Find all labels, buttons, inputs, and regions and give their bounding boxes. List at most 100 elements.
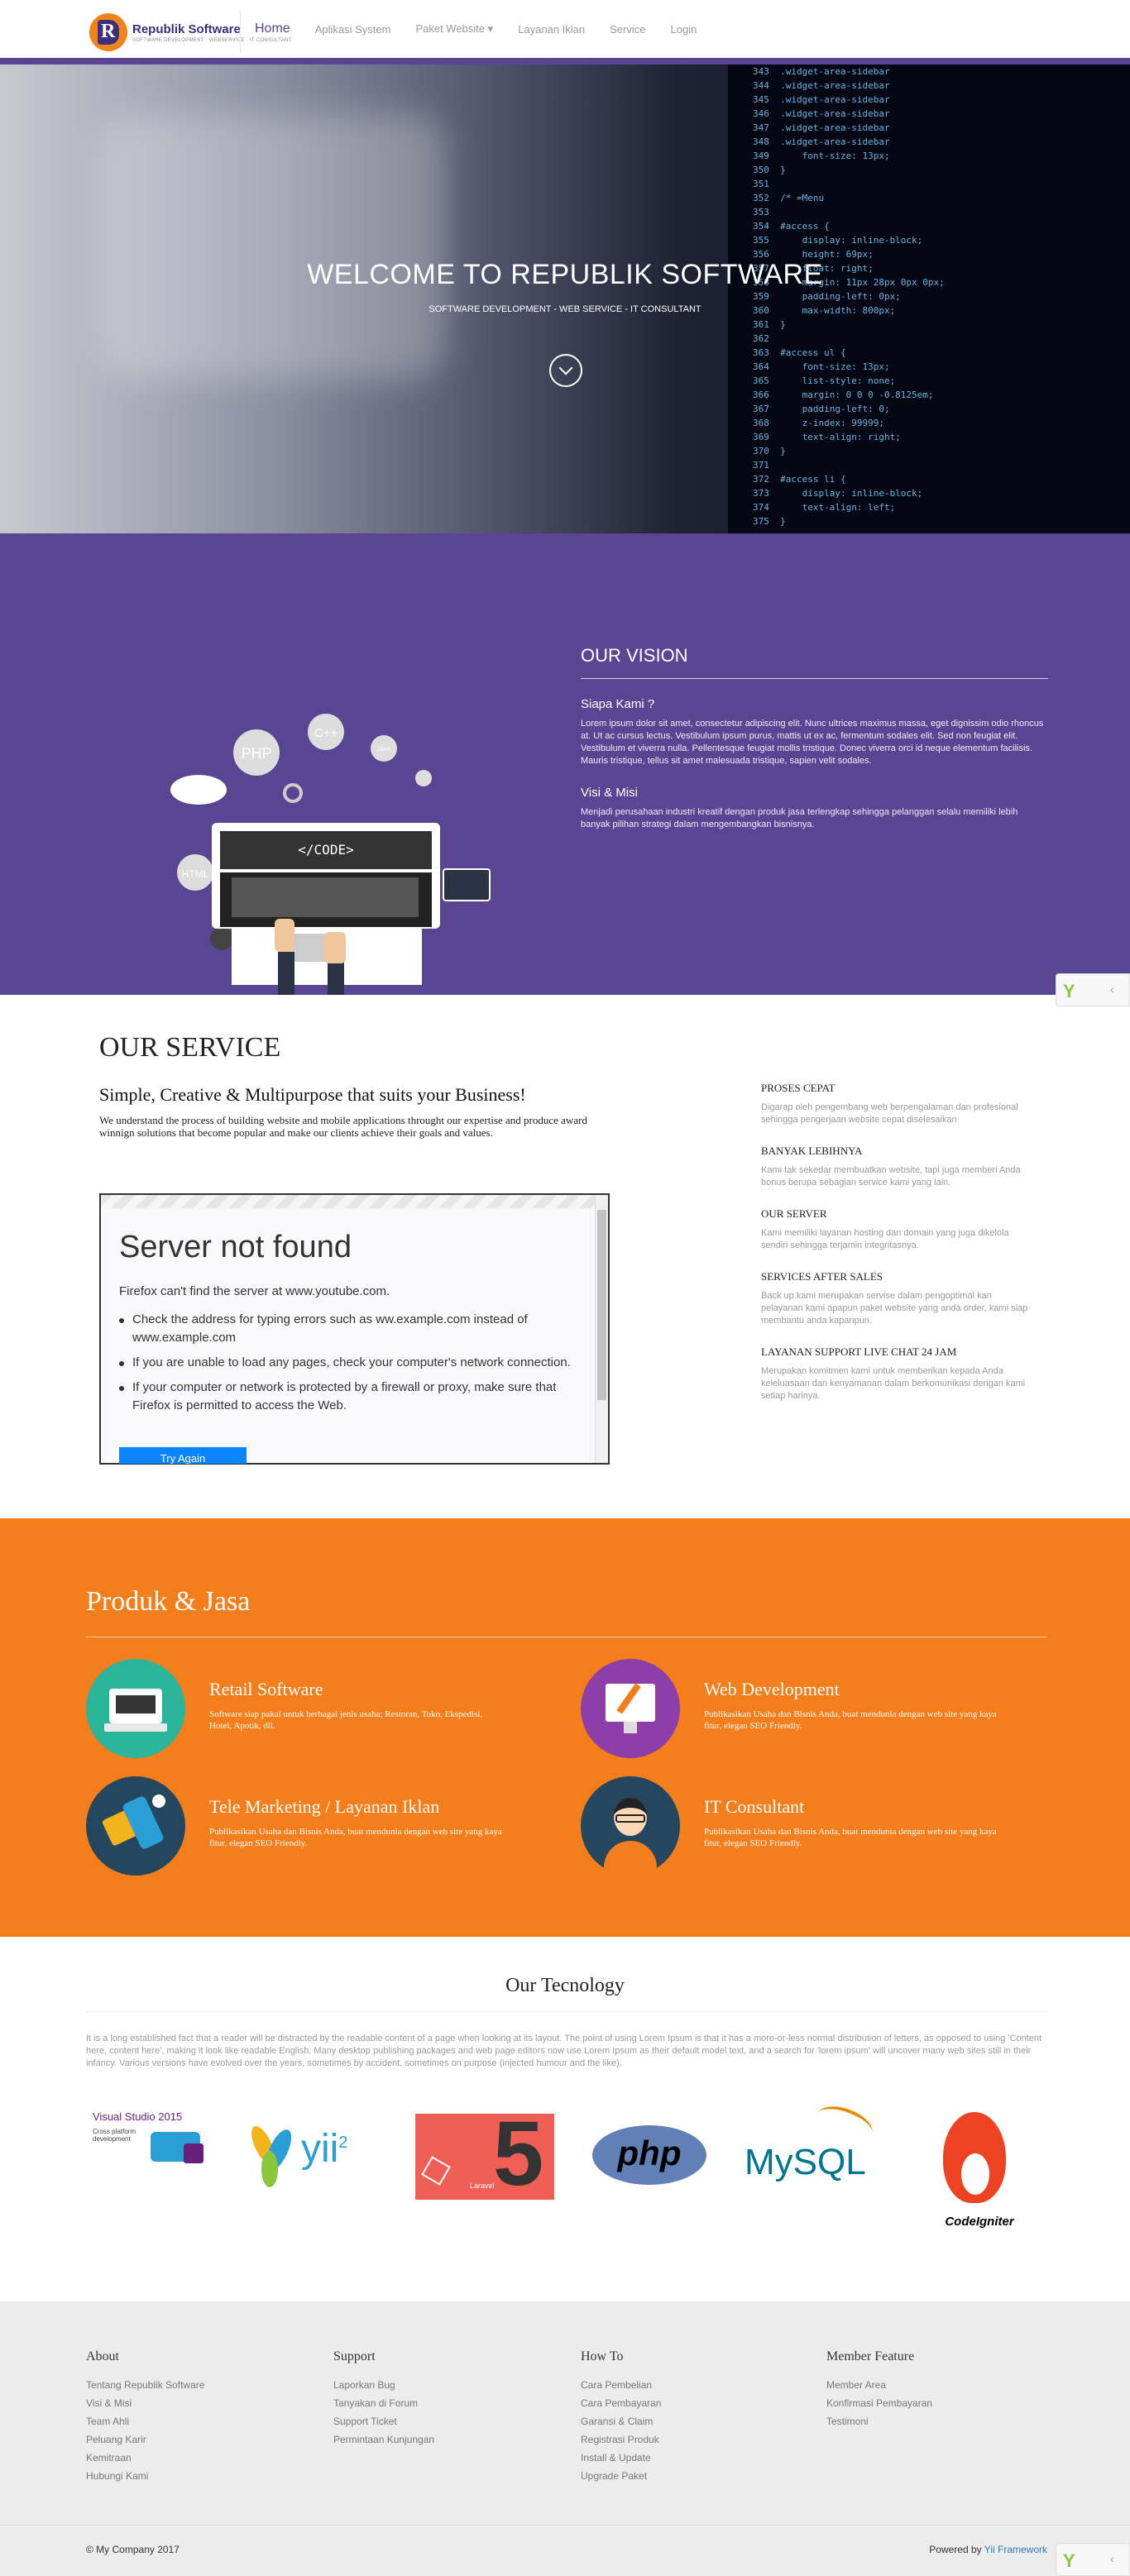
svg-text:JAVA: JAVA xyxy=(377,747,391,753)
nav-login[interactable]: Login xyxy=(671,23,697,36)
consultant-avatar-icon xyxy=(581,1776,680,1876)
visual-studio-logo: Visual Studio 2015 Cross platform develo… xyxy=(93,2110,222,2185)
footer-link[interactable]: Tentang Republik Software xyxy=(86,2376,301,2394)
list-item: PROSES CEPAT Digarap oleh pengembang web… xyxy=(761,1082,1018,1125)
produk-title: Produk & Jasa xyxy=(86,1586,251,1617)
list-item: LAYANAN SUPPORT LIVE CHAT 24 JAM Merupak… xyxy=(761,1345,1026,1401)
footer-link[interactable]: Peluang Karir xyxy=(86,2430,301,2449)
yii-logo: yii2 xyxy=(247,2123,389,2189)
list-item: SERVICES AFTER SALES Back up kami merupa… xyxy=(761,1270,1028,1326)
yii-logo-icon: Y xyxy=(1063,2550,1075,2571)
copyright: © My Company 2017 xyxy=(86,2544,180,2555)
brand-logo-icon: R xyxy=(89,13,127,51)
nav-layanan-iklan[interactable]: Layanan Iklan xyxy=(518,23,585,36)
list-item: If your computer or network is protected… xyxy=(119,1379,582,1415)
debug-toolbar-toggle-bottom[interactable]: Y ‹ xyxy=(1056,2543,1130,2576)
service-section: OUR SERVICE Simple, Creative & Multipurp… xyxy=(0,995,1130,1518)
embed-error-heading: Server not found xyxy=(119,1230,352,1264)
footer-link[interactable]: Support Ticket xyxy=(333,2412,548,2430)
yii-framework-link[interactable]: Yii Framework xyxy=(984,2544,1047,2555)
footer-link[interactable]: Tanyakan di Forum xyxy=(333,2394,548,2412)
footer-link[interactable]: Permintaan Kunjungan xyxy=(333,2430,548,2449)
nav-service[interactable]: Service xyxy=(610,23,645,36)
footer-link[interactable]: Testimoni xyxy=(826,2412,1041,2430)
who-heading: Siapa Kami ? xyxy=(581,697,655,711)
service-subtitle: Simple, Creative & Multipurpose that sui… xyxy=(99,1084,526,1105)
misi-heading: Visi & Misi xyxy=(581,786,638,800)
list-item: BANYAK LEBIHNYA Kami tak sekedar membuat… xyxy=(761,1145,1021,1188)
footer-link[interactable]: Kemitraan xyxy=(86,2449,301,2467)
svg-text:C++: C++ xyxy=(314,726,338,740)
who-text: Lorem ipsum dolor sit amet, consectetur … xyxy=(581,719,1044,766)
embed-scrollbar[interactable] xyxy=(595,1195,608,1463)
list-item: Check the address for typing errors such… xyxy=(119,1311,582,1347)
chevron-left-icon: ‹ xyxy=(1110,2552,1114,2565)
divider xyxy=(86,2011,1047,2012)
footer-link[interactable]: Member Area xyxy=(826,2376,1041,2394)
footer-link[interactable]: Team Ahli xyxy=(86,2412,301,2430)
powered-by: Powered by Yii Framework xyxy=(929,2544,1047,2555)
laravel-logo: 5 Laravel xyxy=(415,2109,554,2200)
footer-link[interactable]: Cara Pembayaran xyxy=(581,2394,796,2412)
footer-link[interactable]: Install & Update xyxy=(581,2449,796,2467)
product-tele-marketing[interactable]: Tele Marketing / Layanan Iklan Publikasi… xyxy=(86,1776,516,1884)
monitor-pen-icon xyxy=(581,1659,680,1758)
footer-link[interactable]: Registrasi Produk xyxy=(581,2430,796,2449)
vision-section: PHP C++ JAVA HTML </CODE> OUR VISION Sia… xyxy=(0,533,1130,996)
nav-paket-website[interactable]: Paket Website ▾ xyxy=(415,22,493,36)
hero-subtitle: SOFTWARE DEVELOPMENT - WEB SERVICE - IT … xyxy=(429,304,701,314)
php-logo: php xyxy=(592,2125,706,2185)
footer-col-about: About Tentang Republik Software Visi & M… xyxy=(86,2349,301,2485)
service-features: PROSES CEPAT Digarap oleh pengembang web… xyxy=(761,1082,1034,1421)
technology-section: Our Tecnology It is a long established f… xyxy=(0,1937,1130,2301)
footer-col-how-to: How To Cara Pembelian Cara Pembayaran Ga… xyxy=(581,2349,796,2485)
footer-link[interactable]: Visi & Misi xyxy=(86,2394,301,2412)
produk-section: Produk & Jasa Retail Software Software s… xyxy=(0,1518,1130,1937)
navbar: R Republik Software SOFTWARE DEVELOPMENT… xyxy=(0,0,1130,65)
embed-error-list: Check the address for typing errors such… xyxy=(119,1311,582,1422)
svg-text:PHP: PHP xyxy=(241,745,271,762)
yii-logo-icon: Y xyxy=(1063,981,1075,1001)
list-item: OUR SERVER Kami memiliki layanan hosting… xyxy=(761,1207,1009,1250)
embed-error-text: Firefox can't find the server at www.you… xyxy=(119,1284,390,1298)
laptop-illustration: PHP C++ JAVA HTML </CODE> xyxy=(170,714,491,996)
svg-text:HTML: HTML xyxy=(182,868,209,880)
service-title: OUR SERVICE xyxy=(99,1032,281,1063)
video-embed-frame[interactable]: Server not found Firefox can't find the … xyxy=(99,1193,610,1465)
footer-link[interactable]: Laporkan Bug xyxy=(333,2376,548,2394)
try-again-button[interactable]: Try Again xyxy=(119,1447,247,1464)
codeigniter-logo: CodeIgniter xyxy=(930,2112,1029,2253)
hero-code: 343 .widget-area-sidebar 344 .widget-are… xyxy=(753,66,945,527)
megaphone-icon xyxy=(86,1776,185,1876)
nav-aplikasi-system[interactable]: Aplikasi System xyxy=(315,23,391,36)
footer-link[interactable]: Konfirmasi Pembayaran xyxy=(826,2394,1041,2412)
service-desc: We understand the process of building we… xyxy=(99,1114,587,1139)
footer-link[interactable]: Upgrade Paket xyxy=(581,2467,796,2485)
footer-link[interactable]: Cara Pembelian xyxy=(581,2376,796,2394)
cash-register-icon xyxy=(86,1659,185,1758)
product-retail-software[interactable]: Retail Software Software siap pakai untu… xyxy=(86,1659,516,1766)
svg-text:</CODE>: </CODE> xyxy=(298,842,353,858)
scroll-down-icon[interactable] xyxy=(549,354,582,387)
debug-toolbar-toggle[interactable]: Y ‹ xyxy=(1056,973,1130,1006)
hero-title: WELCOME TO REPUBLIK SOFTWARE xyxy=(307,259,823,290)
hero-banner: 343 .widget-area-sidebar 344 .widget-are… xyxy=(0,65,1130,533)
bottom-bar: © My Company 2017 Powered by Yii Framewo… xyxy=(0,2525,1130,2576)
misi-text: Menjadi perusahaan industri kreatif deng… xyxy=(581,807,1018,829)
nav-menu: Home Aplikasi System Paket Website ▾ Lay… xyxy=(255,0,721,58)
list-item: If you are unable to load any pages, che… xyxy=(119,1354,582,1372)
footer: About Tentang Republik Software Visi & M… xyxy=(0,2301,1130,2525)
nav-divider xyxy=(240,10,241,53)
tech-text: It is a long established fact that a rea… xyxy=(86,2034,1042,2068)
chevron-left-icon: ‹ xyxy=(1110,982,1114,996)
product-web-development[interactable]: Web Development Publikasikan Usaha dan B… xyxy=(581,1659,1011,1766)
nav-home[interactable]: Home xyxy=(255,22,290,36)
product-it-consultant[interactable]: IT Consultant Publikasikan Usaha dan Bis… xyxy=(581,1776,1011,1884)
footer-col-support: Support Laporkan Bug Tanyakan di Forum S… xyxy=(333,2349,548,2449)
footer-link[interactable]: Garansi & Claim xyxy=(581,2412,796,2430)
footer-link[interactable]: Hubungi Kami xyxy=(86,2467,301,2485)
vision-title: OUR VISION xyxy=(581,645,1048,679)
footer-col-member: Member Feature Member Area Konfirmasi Pe… xyxy=(826,2349,1041,2430)
caret-down-icon: ▾ xyxy=(487,22,494,35)
tech-title: Our Tecnology xyxy=(505,1975,625,1996)
